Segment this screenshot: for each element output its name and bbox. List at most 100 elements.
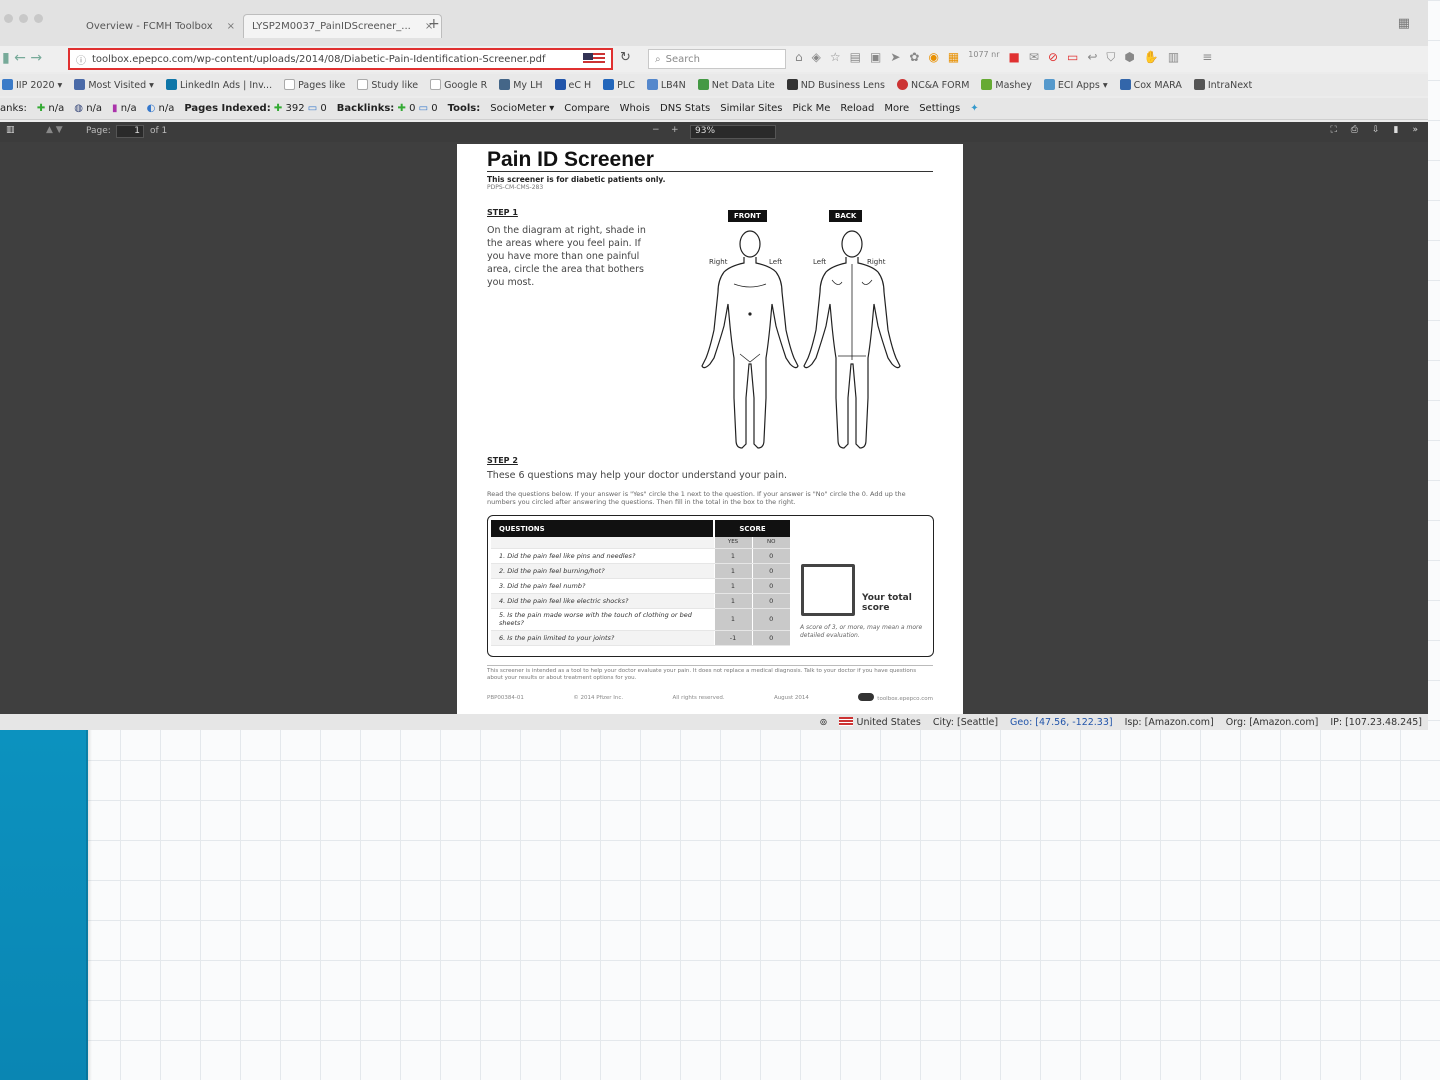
- bookmark-item[interactable]: Google R: [430, 79, 487, 91]
- seo-metric[interactable]: ◍ n/a: [74, 103, 102, 114]
- seo-metric[interactable]: ✚ n/a: [37, 103, 64, 114]
- yes-score[interactable]: 1: [713, 608, 752, 631]
- bookmark-item[interactable]: LinkedIn Ads | Inv...: [165, 79, 272, 91]
- bookmark-item[interactable]: NC&A FORM: [897, 79, 969, 91]
- back-body-diagram[interactable]: [802, 230, 902, 452]
- stop-icon[interactable]: ⊘: [1048, 50, 1058, 65]
- backlinks[interactable]: Backlinks: ✚ 0 ▭ 0: [337, 103, 438, 114]
- seo-metric[interactable]: ▮ n/a: [112, 103, 137, 114]
- print-icon[interactable]: ⎙: [1351, 125, 1358, 135]
- bookmark-item[interactable]: ECI Apps ▾: [1043, 79, 1108, 91]
- question-text: 5. Is the pain made worse with the touch…: [491, 608, 714, 631]
- tool-settings[interactable]: Settings: [919, 103, 960, 114]
- bookmark-item[interactable]: PLC: [603, 79, 635, 91]
- shield-icon[interactable]: ⛉: [1106, 50, 1115, 65]
- home-icon[interactable]: ⌂: [795, 50, 803, 65]
- twitter-icon[interactable]: ✦: [970, 103, 978, 114]
- tab-overview[interactable]: Overview - FCMH Toolbox ×: [78, 14, 243, 38]
- bookmark-item[interactable]: Most Visited ▾: [74, 79, 154, 91]
- bookmark-item[interactable]: Study like: [357, 79, 418, 91]
- tab-pain-id-screener[interactable]: LYSP2M0037_PainIDScreener_... ×: [243, 14, 443, 38]
- back-label: BACK: [829, 210, 863, 222]
- addon-icon[interactable]: ✿: [909, 50, 919, 65]
- tools-chevron-icon[interactable]: »: [1412, 125, 1418, 135]
- search-input[interactable]: ⌕ Search: [648, 49, 786, 69]
- us-flag-icon: [583, 53, 605, 65]
- reading-list-icon[interactable]: ▤: [850, 50, 861, 65]
- bookmark-icon[interactable]: ▮: [1394, 125, 1399, 135]
- yes-score[interactable]: 1: [713, 578, 752, 594]
- badge-count[interactable]: 1077 nr: [968, 50, 999, 65]
- tool-dns-stats[interactable]: DNS Stats: [660, 103, 710, 114]
- bookmark-item[interactable]: My LH: [499, 79, 543, 91]
- hand-icon[interactable]: ✋: [1144, 50, 1159, 65]
- page-nav-icons[interactable]: ▲ ▼: [46, 125, 63, 135]
- no-score[interactable]: 0: [751, 630, 790, 646]
- clipboard-icon[interactable]: ▥: [1168, 50, 1179, 65]
- tool-more[interactable]: More: [884, 103, 909, 114]
- tool-sociometer[interactable]: SocioMeter ▾: [490, 103, 554, 114]
- close-window-icon[interactable]: [4, 14, 13, 23]
- tool-whois[interactable]: Whois: [620, 103, 650, 114]
- back-forward-icons[interactable]: ▮ ← →: [2, 50, 42, 66]
- zoom-out-button[interactable]: −: [652, 125, 660, 135]
- bookmark-item[interactable]: Mashey: [981, 79, 1032, 91]
- bookmark-item[interactable]: IIP 2020 ▾: [2, 79, 62, 91]
- url-bar[interactable]: ⓘ toolbox.epepco.com/wp-content/uploads/…: [68, 48, 613, 70]
- bookmark-item[interactable]: Pages like: [284, 79, 345, 91]
- pocket-icon[interactable]: ◈: [812, 50, 821, 65]
- front-body-diagram[interactable]: [700, 230, 800, 452]
- reply-icon[interactable]: ↩: [1087, 50, 1097, 65]
- bookmark-star-icon[interactable]: ☆: [830, 50, 841, 65]
- total-score-box[interactable]: [801, 564, 855, 616]
- presentation-icon[interactable]: ⛶: [1330, 125, 1336, 135]
- seo-badge-icon[interactable]: ▦: [948, 50, 959, 65]
- bookmark-item[interactable]: eC H: [554, 79, 591, 91]
- zoom-window-icon[interactable]: [34, 14, 43, 23]
- screenshot-icon[interactable]: ▣: [870, 50, 881, 65]
- minimize-window-icon[interactable]: [19, 14, 28, 23]
- rss-icon[interactable]: ◉: [928, 50, 938, 65]
- no-score[interactable]: 0: [751, 593, 790, 609]
- yes-score[interactable]: 1: [713, 548, 752, 564]
- no-score[interactable]: 0: [751, 563, 790, 579]
- monitor-icon[interactable]: ▭: [1067, 50, 1078, 65]
- no-score[interactable]: 0: [751, 608, 790, 631]
- page-number-input[interactable]: 1: [116, 125, 144, 138]
- bookmark-item[interactable]: ND Business Lens: [786, 79, 885, 91]
- seo-metric[interactable]: ◐ n/a: [147, 103, 175, 114]
- tab-list-icon[interactable]: ▦: [1398, 16, 1410, 31]
- no-score[interactable]: 0: [751, 578, 790, 594]
- pdf-viewer[interactable]: Pain ID Screener This screener is for di…: [0, 142, 1428, 714]
- bookmark-item[interactable]: Cox MARA: [1119, 79, 1182, 91]
- tool-compare[interactable]: Compare: [564, 103, 609, 114]
- record-icon[interactable]: ■: [1009, 50, 1020, 65]
- yes-score[interactable]: 1: [713, 593, 752, 609]
- download-icon[interactable]: ⇩: [1372, 125, 1380, 135]
- site-identity-icon[interactable]: ⓘ: [76, 52, 86, 67]
- menu-icon[interactable]: ≡: [1202, 50, 1212, 65]
- zoom-select[interactable]: 93%: [690, 125, 776, 139]
- reload-icon[interactable]: ↻: [620, 50, 631, 65]
- new-tab-button[interactable]: +: [428, 16, 440, 32]
- geo-link[interactable]: Geo: [47.56, -122.33]: [1010, 717, 1113, 728]
- no-score[interactable]: 0: [751, 548, 790, 564]
- bookmark-item[interactable]: Net Data Lite: [697, 79, 775, 91]
- tools-label: Tools:: [447, 103, 481, 114]
- tool-similar-sites[interactable]: Similar Sites: [720, 103, 782, 114]
- bookmark-item[interactable]: LB4N: [646, 79, 686, 91]
- zoom-in-button[interactable]: +: [671, 125, 679, 135]
- tab-close-icon[interactable]: ×: [227, 21, 235, 32]
- yes-score[interactable]: 1: [713, 563, 752, 579]
- tool-pick-me[interactable]: Pick Me: [793, 103, 831, 114]
- extension-icon[interactable]: ⬢: [1124, 50, 1134, 65]
- tool-reload[interactable]: Reload: [840, 103, 874, 114]
- pages-indexed[interactable]: Pages Indexed: ✚ 392 ▭ 0: [184, 103, 326, 114]
- sidebar-toggle-icon[interactable]: ▥: [6, 125, 15, 135]
- yes-score[interactable]: -1: [713, 630, 752, 646]
- mail-icon[interactable]: ✉: [1029, 50, 1039, 65]
- no-label: NO: [751, 537, 790, 549]
- bookmark-item[interactable]: IntraNext: [1193, 79, 1252, 91]
- toolbar-icons: ⌂ ◈ ☆ ▤ ▣ ➤ ✿ ◉ ▦ 1077 nr ■ ✉ ⊘ ▭ ↩ ⛉ ⬢ …: [795, 50, 1212, 65]
- send-icon[interactable]: ➤: [890, 50, 900, 65]
